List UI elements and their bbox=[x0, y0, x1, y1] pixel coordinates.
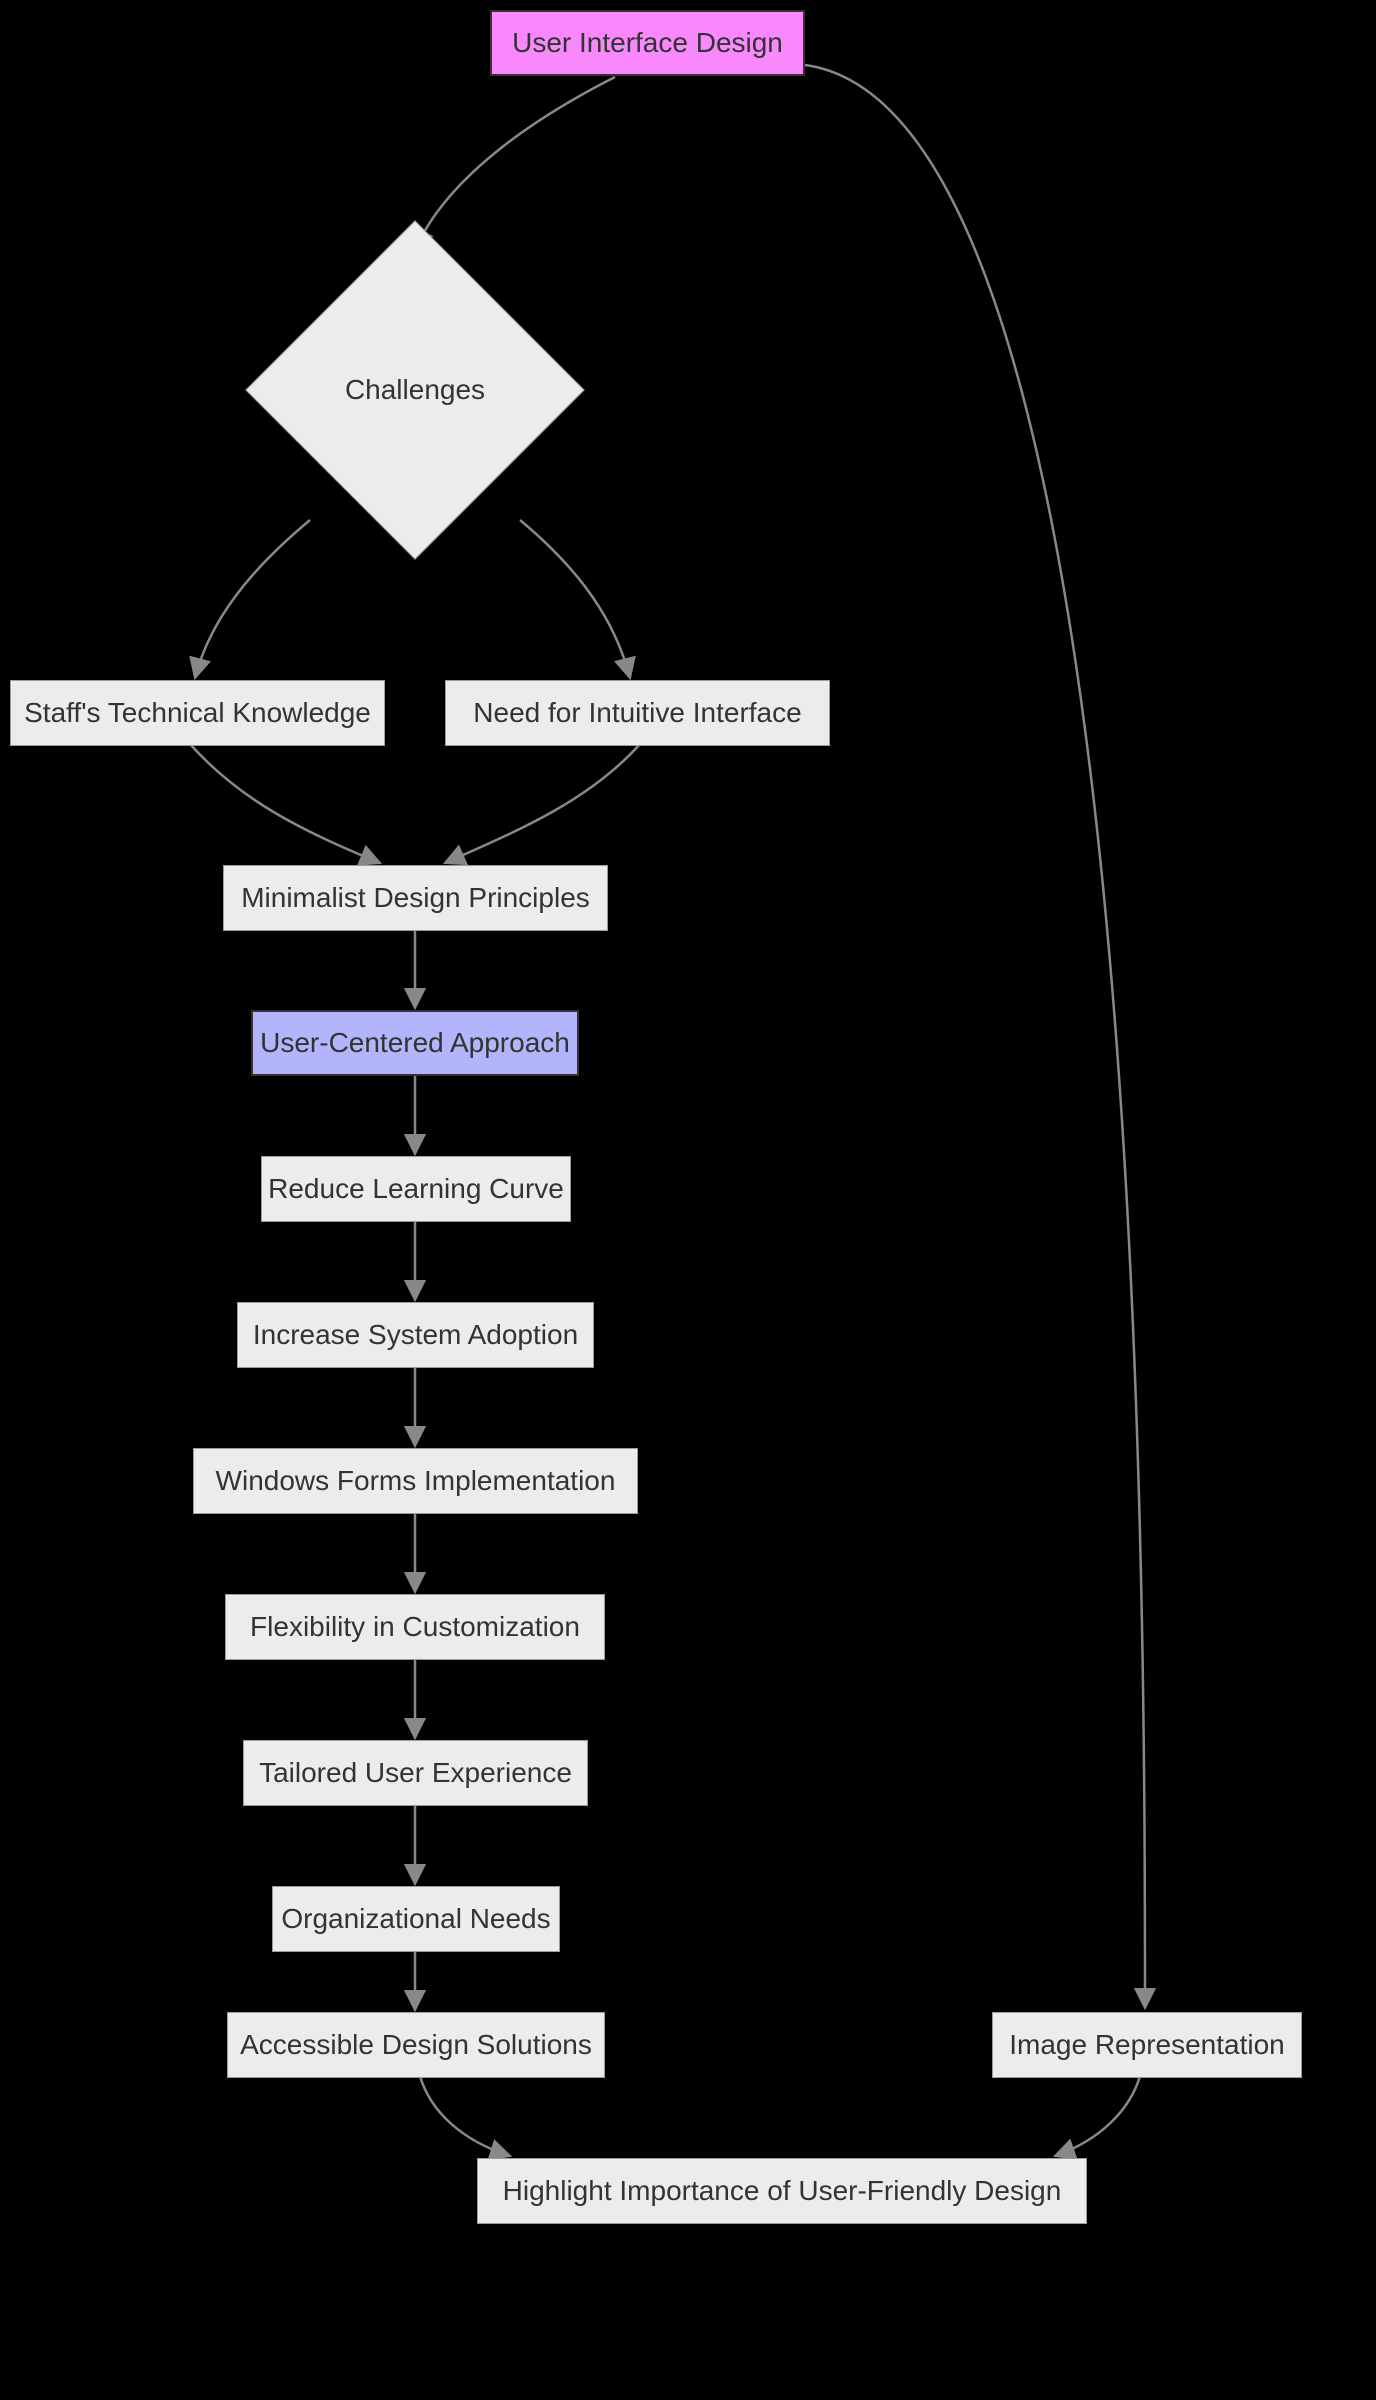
node-label: Tailored User Experience bbox=[259, 1755, 572, 1791]
node-label: Staff's Technical Knowledge bbox=[24, 695, 371, 731]
node-label: Reduce Learning Curve bbox=[268, 1171, 564, 1207]
node-user-centered: User-Centered Approach bbox=[251, 1010, 579, 1076]
node-challenges: Challenges bbox=[245, 220, 585, 560]
node-org-needs: Organizational Needs bbox=[272, 1886, 560, 1952]
node-label: Highlight Importance of User-Friendly De… bbox=[503, 2173, 1062, 2209]
node-label: Image Representation bbox=[1009, 2027, 1285, 2063]
node-label: Need for Intuitive Interface bbox=[473, 695, 801, 731]
node-label: Flexibility in Customization bbox=[250, 1609, 580, 1645]
node-label: Organizational Needs bbox=[281, 1901, 550, 1937]
node-importance: Highlight Importance of User-Friendly De… bbox=[477, 2158, 1087, 2224]
node-tailored: Tailored User Experience bbox=[243, 1740, 588, 1806]
node-user-interface-design: User Interface Design bbox=[490, 10, 805, 76]
node-label: Windows Forms Implementation bbox=[216, 1463, 616, 1499]
node-label: User-Centered Approach bbox=[260, 1025, 570, 1061]
node-label: User Interface Design bbox=[512, 25, 783, 61]
node-winforms: Windows Forms Implementation bbox=[193, 1448, 638, 1514]
node-label: Challenges bbox=[345, 374, 485, 406]
node-tech-knowledge: Staff's Technical Knowledge bbox=[10, 680, 385, 746]
node-accessible: Accessible Design Solutions bbox=[227, 2012, 605, 2078]
node-label: Accessible Design Solutions bbox=[240, 2027, 592, 2063]
node-label: Minimalist Design Principles bbox=[241, 880, 590, 916]
node-reduce-curve: Reduce Learning Curve bbox=[261, 1156, 571, 1222]
node-image-rep: Image Representation bbox=[992, 2012, 1302, 2078]
node-minimalist: Minimalist Design Principles bbox=[223, 865, 608, 931]
node-intuitive: Need for Intuitive Interface bbox=[445, 680, 830, 746]
node-adoption: Increase System Adoption bbox=[237, 1302, 594, 1368]
node-flexibility: Flexibility in Customization bbox=[225, 1594, 605, 1660]
node-label: Increase System Adoption bbox=[253, 1317, 578, 1353]
